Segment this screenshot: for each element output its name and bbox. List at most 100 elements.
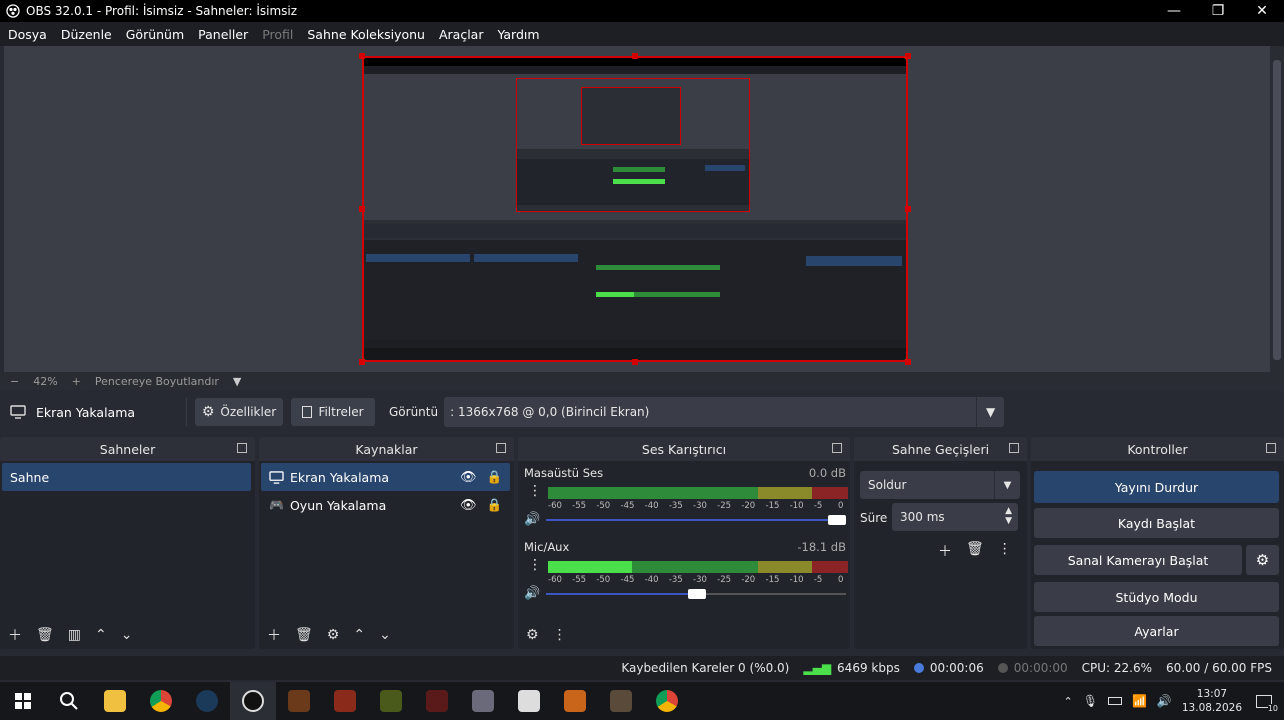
volume-icon[interactable]: 🔊 [1157,694,1172,708]
menu-view[interactable]: Görünüm [126,27,184,42]
undock-icon[interactable] [1266,443,1276,453]
notification-count: 10 [1267,704,1278,713]
resize-handle-ml[interactable] [359,206,365,212]
undock-icon[interactable] [496,443,506,453]
preview-scrollbar[interactable] [1270,46,1284,372]
minimize-icon[interactable]: — [1152,0,1196,22]
undock-icon[interactable] [237,443,247,453]
transition-select[interactable]: Soldur ▼ [860,471,1020,499]
game-app-icon[interactable] [506,682,552,720]
move-down-button[interactable]: ⌄ [121,627,133,643]
clock[interactable]: 13:07 13.08.2026 [1182,687,1242,715]
game-app-icon[interactable] [322,682,368,720]
undock-icon[interactable] [832,443,842,453]
mixer-menu-icon[interactable]: ⋮ [553,627,567,643]
wifi-icon[interactable]: 📶 [1132,694,1147,708]
zoom-out-button[interactable]: − [10,375,19,388]
menu-tools[interactable]: Araçlar [439,27,484,42]
close-icon[interactable]: ✕ [1240,0,1284,22]
channel-menu-icon[interactable]: ⋮ [528,557,542,573]
resize-handle-bc[interactable] [632,359,638,365]
filters-button[interactable]: Filtreler [291,398,375,426]
obs-taskbar-icon[interactable] [230,682,276,720]
maximize-icon[interactable]: ❐ [1196,0,1240,22]
source-item[interactable]: 🎮 Oyun Yakalama 👁 🔒 [261,491,510,519]
undock-icon[interactable] [1009,443,1019,453]
game-app-icon[interactable] [460,682,506,720]
move-up-button[interactable]: ⌃ [95,627,107,643]
menu-scene-collection[interactable]: Sahne Koleksiyonu [307,27,425,42]
settings-button[interactable]: Ayarlar [1034,616,1279,646]
menu-file[interactable]: Dosya [8,27,47,42]
controls-title: Kontroller [1127,441,1188,457]
microphone-icon[interactable]: 🎙 [1083,694,1098,708]
notification-icon[interactable]: 10 [1252,689,1278,713]
volume-slider[interactable] [546,593,696,595]
resize-handle-mr[interactable] [905,206,911,212]
channel-menu-icon[interactable]: ⋮ [528,483,542,499]
source-item[interactable]: Ekran Yakalama 👁 🔒 [261,463,510,491]
menu-docks[interactable]: Paneller [198,27,248,42]
stop-streaming-button[interactable]: Yayını Durdur [1034,471,1279,503]
fit-to-window-button[interactable]: Pencereye Boyutlandır [95,375,219,388]
file-explorer-icon[interactable] [92,682,138,720]
remove-transition-button[interactable]: 🗑 [966,541,984,561]
resize-handle-br[interactable] [905,359,911,365]
resize-handle-tr[interactable] [905,53,911,59]
game-app-icon[interactable] [598,682,644,720]
battery-icon[interactable] [1107,697,1122,705]
source-toolbar: Ekran Yakalama ⚙ Özellikler Filtreler Gö… [0,394,1284,430]
speaker-icon[interactable]: 🔊 [524,512,540,527]
volume-slider-handle[interactable] [828,515,846,525]
volume-slider[interactable] [546,519,846,521]
studio-mode-button[interactable]: Stüdyo Modu [1034,582,1279,612]
remove-source-button[interactable]: 🗑 [295,627,313,643]
scene-item[interactable]: Sahne [2,463,251,491]
add-source-button[interactable]: ＋ [267,625,281,645]
advanced-audio-gear-icon[interactable]: ⚙ [526,627,539,643]
resize-handle-tc[interactable] [632,53,638,59]
add-scene-button[interactable]: ＋ [8,625,22,645]
volume-slider-handle[interactable] [688,589,706,599]
lock-icon[interactable]: 🔒 [486,497,502,513]
preview-canvas[interactable] [362,56,908,362]
add-transition-button[interactable]: ＋ [938,541,952,561]
chrome-icon[interactable] [644,682,690,720]
steam-icon[interactable] [184,682,230,720]
game-app-icon[interactable] [552,682,598,720]
scene-filters-button[interactable]: ▥ [68,627,81,643]
windows-start-icon[interactable] [0,682,46,720]
properties-button[interactable]: ⚙ Özellikler [195,398,283,426]
menu-edit[interactable]: Düzenle [61,27,112,42]
remove-scene-button[interactable]: 🗑 [36,627,54,643]
resize-handle-tl[interactable] [359,53,365,59]
volume-slider-track[interactable] [696,593,846,595]
db-tick-label: -15 [765,501,780,511]
move-up-button[interactable]: ⌃ [353,627,365,643]
game-app-icon[interactable] [368,682,414,720]
zoom-dropdown-icon[interactable]: ▼ [233,375,241,388]
source-properties-button[interactable]: ⚙ [327,627,340,643]
game-app-icon[interactable] [276,682,322,720]
visibility-eye-icon[interactable]: 👁 [460,498,477,513]
speaker-icon[interactable]: 🔊 [524,586,540,601]
chrome-icon[interactable] [138,682,184,720]
start-recording-button[interactable]: Kaydı Başlat [1034,508,1279,538]
fps: 60.00 / 60.00 FPS [1166,661,1272,675]
display-select[interactable]: : 1366x768 @ 0,0 (Birincil Ekran) ▼ [444,397,1005,427]
transition-menu-icon[interactable]: ⋮ [998,541,1012,561]
menu-help[interactable]: Yardım [497,27,539,42]
search-icon[interactable] [46,682,92,720]
db-tick-label: -50 [596,501,611,511]
tray-chevron-up-icon[interactable]: ⌃ [1064,695,1073,708]
visibility-eye-icon[interactable]: 👁 [460,470,477,485]
lock-icon[interactable]: 🔒 [487,469,503,485]
spin-arrows-icon[interactable]: ▲ ▼ [1005,506,1012,526]
resize-handle-bl[interactable] [359,359,365,365]
start-virtual-camera-button[interactable]: Sanal Kamerayı Başlat [1034,545,1242,575]
game-app-icon[interactable] [414,682,460,720]
zoom-in-button[interactable]: + [72,375,81,388]
move-down-button[interactable]: ⌄ [379,627,391,643]
duration-spinbox[interactable]: 300 ms ▲ ▼ [892,503,1018,531]
virtual-camera-settings-button[interactable]: ⚙ [1246,545,1279,575]
